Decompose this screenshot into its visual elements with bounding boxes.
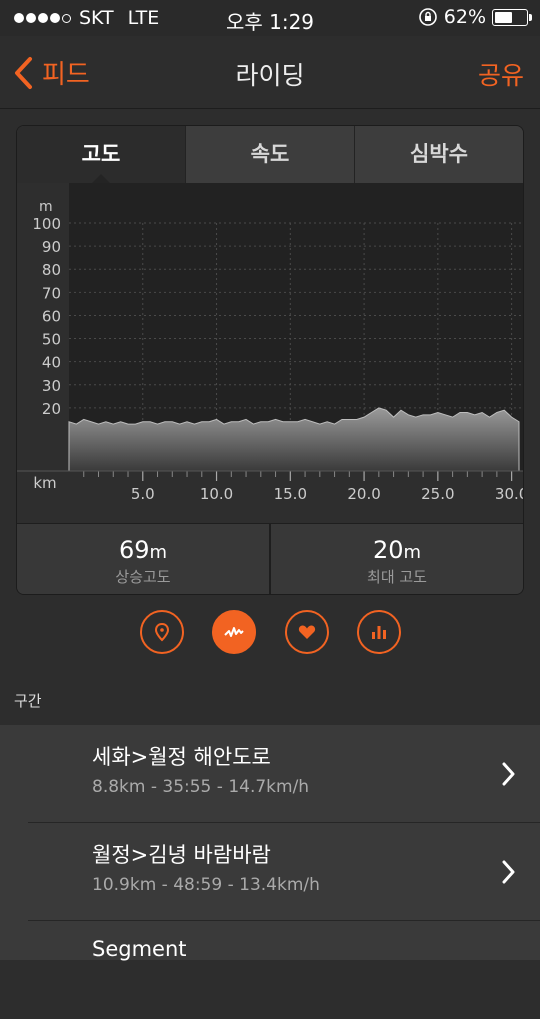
section-header: 구간 bbox=[14, 692, 42, 710]
location-pin-icon bbox=[154, 622, 170, 642]
elevation-chart: m 100 90 80 70 60 50 40 30 20 5.0 10.0 15.0 20.0 25.0 3… bbox=[17, 183, 523, 523]
y-tick-label: 40 bbox=[42, 354, 61, 372]
status-bar: SKT LTE 오후 1:29 62% bbox=[0, 0, 540, 36]
stat-elevation-gain: 69m 상승고도 bbox=[17, 524, 271, 594]
splits-mode-button[interactable] bbox=[357, 610, 401, 654]
stat-unit: m bbox=[149, 542, 168, 563]
x-tick-label: 10.0 bbox=[200, 485, 233, 503]
y-tick-label: 100 bbox=[32, 215, 61, 233]
rotation-lock-icon bbox=[418, 8, 437, 26]
list-item[interactable]: 세화>월정 해안도로 8.8km - 35:55 - 14.7km/h bbox=[0, 725, 540, 823]
y-tick-label: 20 bbox=[42, 400, 61, 418]
heart-rate-mode-button[interactable] bbox=[285, 610, 329, 654]
x-tick-label: 25.0 bbox=[421, 485, 454, 503]
elevation-graph-icon bbox=[224, 627, 244, 637]
list-item[interactable]: Segment bbox=[0, 921, 540, 1019]
y-axis-unit: m bbox=[39, 199, 53, 215]
x-tick-label: 30.0 bbox=[495, 485, 523, 503]
segment-meta: 10.9km - 48:59 - 13.4km/h bbox=[92, 875, 320, 895]
x-tick-label: 5.0 bbox=[131, 485, 155, 503]
chevron-right-icon bbox=[502, 860, 515, 884]
chevron-right-icon bbox=[502, 762, 515, 786]
list-item[interactable]: 월정>김녕 바람바람 10.9km - 48:59 - 13.4km/h bbox=[0, 823, 540, 921]
y-tick-label: 30 bbox=[42, 377, 61, 395]
segment-meta: 8.8km - 35:55 - 14.7km/h bbox=[92, 777, 310, 797]
tab-speed[interactable]: 속도 bbox=[186, 126, 355, 183]
tab-heart-rate[interactable]: 심박수 bbox=[355, 126, 523, 183]
x-tick-label: 15.0 bbox=[274, 485, 307, 503]
view-mode-buttons bbox=[0, 610, 540, 654]
map-mode-button[interactable] bbox=[140, 610, 184, 654]
stat-unit: m bbox=[403, 542, 422, 563]
y-tick-label: 50 bbox=[42, 331, 61, 349]
y-tick-label: 90 bbox=[42, 238, 61, 256]
nav-bar: 피드 라이딩 공유 bbox=[0, 36, 540, 109]
battery-icon bbox=[492, 8, 532, 26]
stat-value: 69 bbox=[118, 536, 150, 564]
stat-value: 20 bbox=[372, 536, 404, 564]
segment-list: 세화>월정 해안도로 8.8km - 35:55 - 14.7km/h 월정>김… bbox=[0, 725, 540, 961]
segment-name: Segment bbox=[92, 937, 187, 961]
active-tab-indicator bbox=[92, 174, 110, 183]
share-button[interactable]: 공유 bbox=[478, 56, 524, 92]
y-tick-label: 70 bbox=[42, 284, 61, 302]
segment-name: 월정>김녕 바람바람 bbox=[92, 843, 271, 867]
elevation-chart-svg: m100 90 80 70 60 50 40 30 20 5.0 10.0 15.0 20.0 25.0 3… bbox=[17, 183, 523, 523]
stat-label: 최대 고도 bbox=[367, 568, 427, 586]
chart-card: 고도 속도 심박수 m 100 90 80 70 60 50 40 30 20 5.0 10.0 15.… bbox=[16, 125, 524, 595]
stat-max-elevation: 20m 최대 고도 bbox=[271, 524, 523, 594]
heart-icon bbox=[298, 625, 316, 639]
y-tick-label: 60 bbox=[42, 307, 61, 325]
x-axis-unit: km bbox=[33, 474, 56, 492]
bar-chart-icon bbox=[372, 626, 386, 639]
x-tick-label: 20.0 bbox=[347, 485, 380, 503]
segment-name: 세화>월정 해안도로 bbox=[92, 745, 271, 769]
battery-percent: 62% bbox=[443, 6, 486, 28]
stats-row: 69m 상승고도 20m 최대 고도 bbox=[17, 523, 523, 594]
y-tick-label: 80 bbox=[42, 261, 61, 279]
page-title: 라이딩 bbox=[235, 61, 305, 90]
stat-label: 상승고도 bbox=[115, 568, 171, 586]
elevation-mode-button[interactable] bbox=[212, 610, 256, 654]
